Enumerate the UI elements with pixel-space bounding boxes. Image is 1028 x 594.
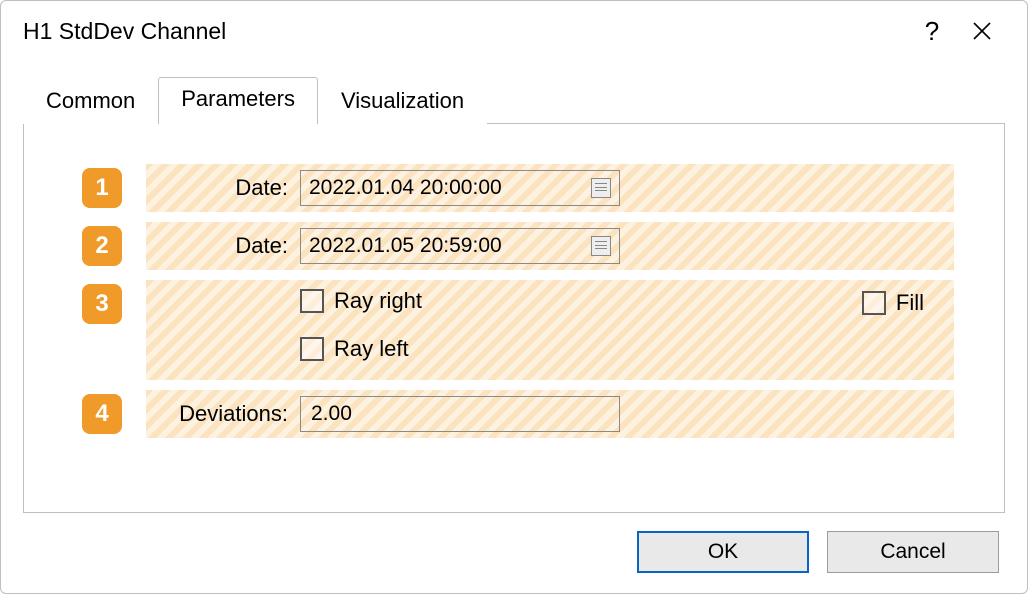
param-row-1: 1 Date: 2022.01.04 20:00:00 bbox=[82, 164, 954, 212]
tab-parameters[interactable]: Parameters bbox=[158, 77, 318, 124]
tab-visualization[interactable]: Visualization bbox=[318, 79, 487, 124]
calendar-icon[interactable] bbox=[591, 178, 611, 198]
help-icon[interactable]: ? bbox=[907, 6, 957, 56]
row-strip-1: Date: 2022.01.04 20:00:00 bbox=[146, 164, 954, 212]
row-strip-3: Ray right Ray left Fill bbox=[146, 280, 954, 380]
tab-common[interactable]: Common bbox=[23, 79, 158, 124]
deviations-input[interactable]: 2.00 bbox=[300, 396, 620, 432]
window-title: H1 StdDev Channel bbox=[23, 18, 907, 45]
button-bar: OK Cancel bbox=[1, 513, 1027, 593]
deviations-label: Deviations: bbox=[158, 401, 288, 427]
date-input-1-value: 2022.01.04 20:00:00 bbox=[309, 176, 591, 200]
date-input-2-value: 2022.01.05 20:59:00 bbox=[309, 234, 591, 258]
tab-strip: Common Parameters Visualization bbox=[23, 77, 1005, 123]
row-badge-2: 2 bbox=[82, 226, 122, 266]
ray-left-option[interactable]: Ray left bbox=[300, 336, 422, 362]
fill-checkbox[interactable] bbox=[862, 291, 886, 315]
date-input-1[interactable]: 2022.01.04 20:00:00 bbox=[300, 170, 620, 206]
ray-right-option[interactable]: Ray right bbox=[300, 288, 422, 314]
tab-panel-parameters: 1 Date: 2022.01.04 20:00:00 2 Date: bbox=[23, 123, 1005, 513]
ray-left-checkbox[interactable] bbox=[300, 337, 324, 361]
ray-left-label: Ray left bbox=[334, 336, 409, 362]
titlebar: H1 StdDev Channel ? bbox=[1, 1, 1027, 61]
ray-right-checkbox[interactable] bbox=[300, 289, 324, 313]
row-badge-1: 1 bbox=[82, 168, 122, 208]
row-badge-4: 4 bbox=[82, 394, 122, 434]
row-strip-2: Date: 2022.01.05 20:59:00 bbox=[146, 222, 954, 270]
fill-label: Fill bbox=[896, 290, 924, 316]
deviations-value: 2.00 bbox=[311, 402, 352, 426]
close-icon[interactable] bbox=[957, 6, 1007, 56]
row-badge-3: 3 bbox=[82, 284, 122, 324]
param-row-2: 2 Date: 2022.01.05 20:59:00 bbox=[82, 222, 954, 270]
date-label-2: Date: bbox=[158, 233, 288, 259]
dialog-window: H1 StdDev Channel ? Common Parameters Vi… bbox=[0, 0, 1028, 594]
date-label-1: Date: bbox=[158, 175, 288, 201]
param-row-3: 3 Ray right Ray left bbox=[82, 280, 954, 380]
ok-button[interactable]: OK bbox=[637, 531, 809, 573]
param-row-4: 4 Deviations: 2.00 bbox=[82, 390, 954, 438]
row-strip-4: Deviations: 2.00 bbox=[146, 390, 954, 438]
cancel-button[interactable]: Cancel bbox=[827, 531, 999, 573]
content-area: Common Parameters Visualization 1 Date: … bbox=[1, 61, 1027, 513]
ray-right-label: Ray right bbox=[334, 288, 422, 314]
fill-option[interactable]: Fill bbox=[862, 290, 924, 316]
date-input-2[interactable]: 2022.01.05 20:59:00 bbox=[300, 228, 620, 264]
calendar-icon[interactable] bbox=[591, 236, 611, 256]
